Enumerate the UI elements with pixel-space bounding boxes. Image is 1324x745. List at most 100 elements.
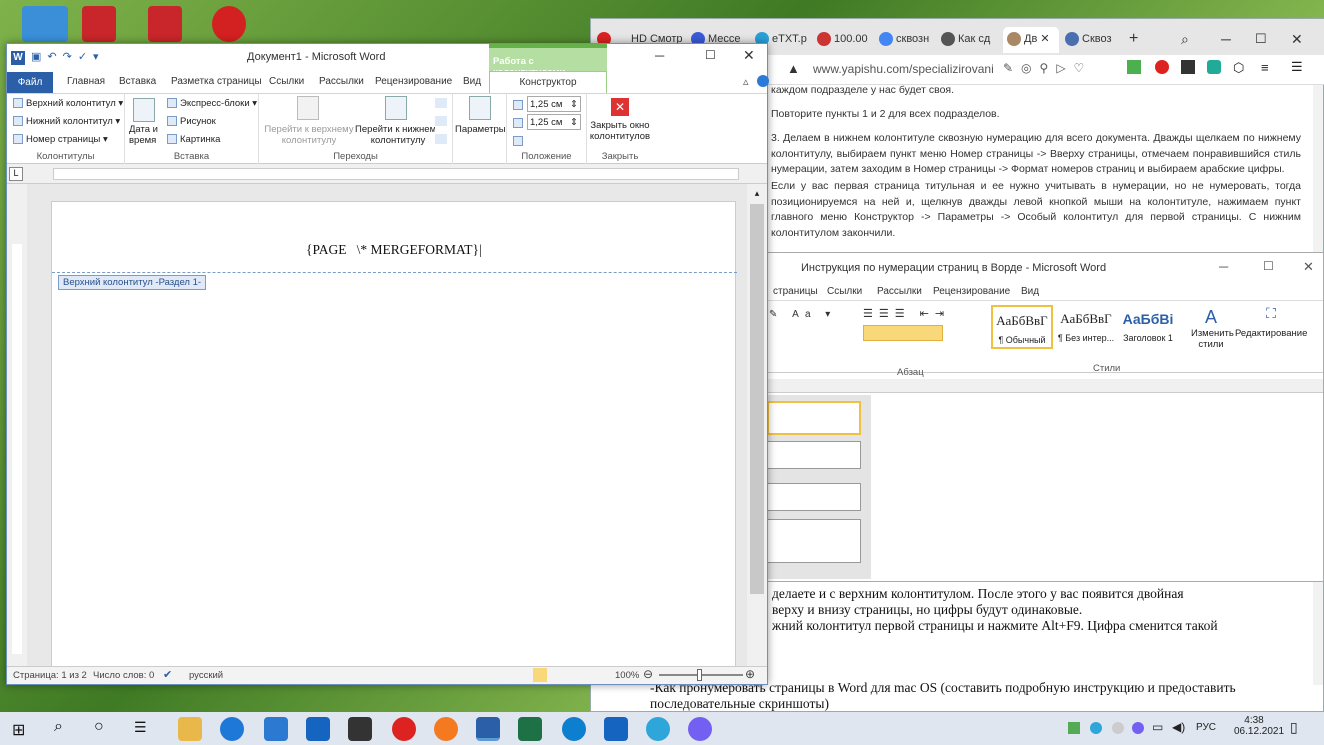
word-count[interactable]: Число слов: 0 (93, 670, 154, 681)
tab-references[interactable]: Ссылки (827, 286, 862, 297)
tab-review[interactable]: Рецензирование (933, 286, 1010, 297)
date-time-button[interactable]: Дата и время (129, 124, 161, 146)
tab-insert[interactable]: Вставка (119, 76, 156, 87)
tab-review[interactable]: Рецензирование (375, 76, 452, 87)
goto-footer-button[interactable]: Перейти к нижнему колонтитулу (351, 124, 445, 146)
clipart-button[interactable]: Картинка (167, 134, 220, 145)
browser-tab[interactable]: Как сд (941, 27, 1001, 53)
volume-icon[interactable]: ◀) (1172, 720, 1185, 734)
link-icons[interactable] (435, 98, 447, 146)
tab-references[interactable]: Ссылки (269, 76, 304, 87)
calendar-app-icon[interactable] (604, 717, 628, 741)
zoom-level[interactable]: 100% (615, 670, 639, 681)
style-normal[interactable]: АаБбВвГ ¶ Обычный (991, 305, 1053, 349)
opera-icon[interactable] (212, 6, 246, 42)
tab-view[interactable]: Вид (463, 76, 481, 87)
editing-button[interactable]: ⛶ Редактирование (1235, 305, 1307, 339)
zoom-slider-thumb[interactable] (697, 669, 702, 681)
toolbar-icons[interactable]: ✎◎⚲▷♡ (1003, 61, 1092, 75)
close-header-footer-button[interactable]: Закрыть окно колонтитулов (587, 120, 653, 142)
options-button[interactable]: Параметры (455, 124, 506, 135)
nvidia-icon[interactable] (1068, 722, 1080, 734)
thumbnail[interactable] (767, 441, 861, 469)
scroll-thumb[interactable] (750, 204, 764, 594)
tab-file[interactable]: Файл (7, 72, 53, 93)
edge-icon[interactable] (562, 717, 586, 741)
app-icon[interactable] (148, 6, 182, 42)
browser-tab-active[interactable]: Дв ✕ (1003, 27, 1059, 53)
tray-icon[interactable] (1112, 722, 1124, 734)
quick-access-toolbar[interactable]: ▣↶↷✓▾ (31, 50, 105, 63)
tab-mailings[interactable]: Рассылки (319, 76, 364, 87)
change-styles-button[interactable]: A Изменить стили (1191, 307, 1234, 350)
scroll-up-button[interactable]: ▴ (750, 188, 764, 202)
tab-view[interactable]: Вид (1021, 286, 1039, 297)
header-button[interactable]: Верхний колонтитул ▾ (13, 98, 123, 109)
list-tools[interactable]: ☰☰☰ ⇤⇥ (863, 307, 950, 320)
zoom-out-button[interactable]: ⊖ (643, 667, 653, 681)
footer-position-input[interactable]: 1,25 см ⇕ (527, 114, 581, 130)
proofing-icon[interactable]: ✔ (163, 668, 172, 681)
thumbnail[interactable] (767, 483, 861, 511)
header-position-input[interactable]: 1,25 см ⇕ (527, 96, 581, 112)
vertical-ruler[interactable] (7, 184, 27, 666)
horizontal-ruler[interactable]: L (7, 164, 767, 184)
style-no-spacing[interactable]: АаБбВвГ ¶ Без интер... (1055, 305, 1117, 349)
menu-icon[interactable]: ≡ (1261, 60, 1269, 75)
document-page[interactable]: {PAGE \* MERGEFORMAT}| Верхний колонтиту… (51, 201, 737, 671)
view-buttons[interactable] (533, 668, 613, 682)
thumbnail[interactable] (767, 401, 861, 435)
footer-button[interactable]: Нижний колонтитул ▾ (13, 116, 120, 127)
word-icon[interactable] (476, 717, 500, 741)
start-icon[interactable]: ⊞ (12, 720, 25, 740)
browser-tab[interactable]: сквозн (879, 27, 939, 53)
quick-parts-button[interactable]: Экспресс-блоки ▾ (167, 98, 257, 109)
menu-icon[interactable]: ☰ (1291, 59, 1303, 75)
tab-design[interactable]: Конструктор (489, 71, 607, 93)
page-count[interactable]: Страница: 1 из 2 (13, 670, 87, 681)
page-number-button[interactable]: Номер страницы ▾ (13, 134, 108, 145)
cube-icon[interactable]: ⬡ (1233, 60, 1244, 76)
browser-tab[interactable]: Сквоз (1065, 27, 1117, 53)
url-field[interactable]: www.yapishu.com/specializirovani (813, 62, 994, 76)
excel-icon[interactable] (518, 717, 542, 741)
tab-mailings[interactable]: Рассылки (877, 286, 922, 297)
collapse-ribbon-icon[interactable]: ▵ (743, 75, 749, 88)
mail-icon[interactable] (306, 717, 330, 741)
firefox-icon[interactable] (434, 717, 458, 741)
minimize-button[interactable]: ─ (1219, 259, 1228, 274)
viber-icon[interactable] (688, 717, 712, 741)
viber-tray-icon[interactable] (1132, 722, 1144, 734)
close-button[interactable]: ✕ (1303, 259, 1314, 275)
edge-legacy-icon[interactable] (220, 717, 244, 741)
goto-header-button[interactable]: Перейти к верхнему колонтитулу (261, 124, 357, 146)
picture-button[interactable]: Рисунок (167, 116, 216, 127)
tab-home[interactable]: Главная (67, 76, 105, 87)
ruler[interactable] (763, 379, 1323, 393)
extension-icon[interactable] (1207, 60, 1221, 74)
file-explorer-icon[interactable] (178, 717, 202, 741)
align-tab-icon[interactable] (513, 136, 523, 146)
search-icon[interactable]: ⌕ (1181, 27, 1189, 53)
close-button[interactable]: ✕ (743, 47, 755, 64)
style-heading1[interactable]: АаБбВі Заголовок 1 (1117, 305, 1179, 349)
opera-icon[interactable] (392, 717, 416, 741)
thumbnail[interactable] (767, 519, 861, 563)
telegram-icon[interactable] (646, 717, 670, 741)
telegram-tray-icon[interactable] (1090, 722, 1102, 734)
close-button[interactable]: ✕ (1291, 27, 1303, 53)
vertical-scrollbar[interactable]: ▴ (747, 184, 767, 666)
download-icon[interactable] (1127, 60, 1141, 74)
zoom-in-button[interactable]: ⊕ (745, 667, 755, 681)
cortana-icon[interactable]: ○ (94, 718, 104, 736)
tab-page-layout[interactable]: Разметка страницы (171, 76, 262, 87)
minimize-button[interactable]: ─ (655, 48, 664, 63)
save-icon[interactable] (1181, 60, 1195, 74)
language[interactable]: русский (189, 670, 223, 681)
search-icon[interactable]: ⌕ (54, 718, 63, 736)
document-page[interactable] (967, 395, 1307, 581)
app-icon[interactable] (348, 717, 372, 741)
browser-tab[interactable]: 100.00 (817, 27, 875, 53)
computer-icon[interactable] (22, 6, 68, 42)
maximize-button[interactable]: ☐ (1255, 27, 1267, 53)
